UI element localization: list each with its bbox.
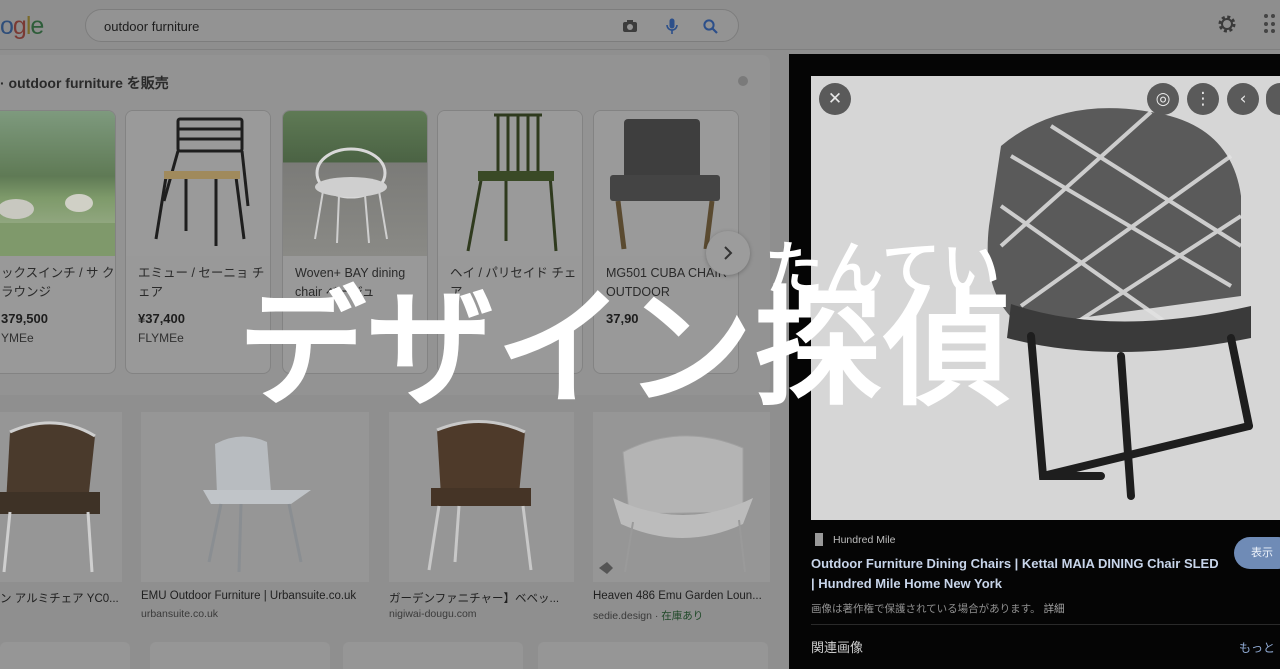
apps-grid-icon[interactable] xyxy=(1264,14,1280,34)
product-name: ックスインチ / サ クルラウンジ xyxy=(1,266,116,299)
search-box[interactable] xyxy=(85,9,739,42)
product-shop: YMEe xyxy=(1,331,34,345)
chevron-right-icon xyxy=(724,246,733,260)
view-button[interactable]: 表示 xyxy=(1234,537,1280,569)
related-more-link[interactable]: もっと xyxy=(1239,639,1275,656)
divider xyxy=(811,624,1280,625)
carousel-next-button[interactable] xyxy=(706,231,750,275)
image-result[interactable]: ン アルミチェア YC0... xyxy=(0,412,122,642)
image-result[interactable]: ガーデンファニチャー】ベベッ... nigiwai-dougu.com xyxy=(389,412,574,642)
result-image xyxy=(0,412,122,582)
in-stock-label: 在庫あり xyxy=(661,610,704,622)
image-result[interactable] xyxy=(0,642,130,669)
product-price: ¥37,400 xyxy=(138,311,185,326)
related-images-heading: 関連画像 xyxy=(811,640,864,655)
info-icon[interactable] xyxy=(738,76,748,86)
product-image xyxy=(126,111,270,256)
details-link[interactable]: 詳細 xyxy=(1044,603,1065,615)
preview-title[interactable]: Outdoor Furniture Dining Chairs | Kettal… xyxy=(811,554,1221,593)
copyright-notice: 画像は著作権で保護されている場合があります。 詳細 xyxy=(811,603,1065,615)
result-title: Heaven 486 Emu Garden Loun... xyxy=(593,590,762,602)
product-image xyxy=(0,111,115,256)
result-title: EMU Outdoor Furniture | Urbansuite.co.uk xyxy=(141,590,357,602)
lens-icon[interactable]: ◎ xyxy=(1147,83,1179,115)
overlay-title: デザイン探偵 xyxy=(238,275,1013,424)
search-icon[interactable] xyxy=(700,16,720,36)
google-logo[interactable]: ogle xyxy=(0,12,44,41)
image-result[interactable] xyxy=(343,642,523,669)
product-image xyxy=(283,111,427,256)
product-price: 379,500 xyxy=(1,311,48,326)
result-source: nigiwai-dougu.com xyxy=(389,608,477,620)
product-card[interactable]: ックスインチ / サ クルラウンジ 379,500 YMEe xyxy=(0,110,116,374)
result-image xyxy=(389,412,574,582)
preview-source[interactable]: Hundred Mile xyxy=(833,534,895,546)
image-result[interactable]: EMU Outdoor Furniture | Urbansuite.co.uk… xyxy=(141,412,369,642)
source-favicon-icon xyxy=(815,533,823,546)
camera-icon[interactable] xyxy=(620,16,640,36)
result-source: urbansuite.co.uk xyxy=(141,608,219,620)
result-source: sedie.design · 在庫あり xyxy=(593,610,704,622)
chevron-left-icon[interactable]: ‹ xyxy=(1227,83,1259,115)
search-input[interactable] xyxy=(104,17,604,35)
more-options-icon[interactable]: ⋮ xyxy=(1187,83,1219,115)
close-icon[interactable]: ✕ xyxy=(819,83,851,115)
result-title: ン アルミチェア YC0... xyxy=(0,593,119,605)
image-result[interactable]: Heaven 486 Emu Garden Loun... sedie.desi… xyxy=(593,412,770,642)
product-image xyxy=(438,111,582,256)
image-result[interactable] xyxy=(538,642,768,669)
result-image xyxy=(593,412,770,582)
shopping-title: · outdoor furniture を販売 xyxy=(0,75,169,91)
result-title: ガーデンファニチャー】ベベッ... xyxy=(389,593,560,605)
product-shop: FLYMEe xyxy=(138,331,184,345)
top-bar: ogle xyxy=(0,0,1280,50)
image-result[interactable] xyxy=(150,642,330,669)
microphone-icon[interactable] xyxy=(662,16,682,36)
result-image xyxy=(141,412,369,582)
settings-gear-icon[interactable] xyxy=(1216,13,1238,35)
